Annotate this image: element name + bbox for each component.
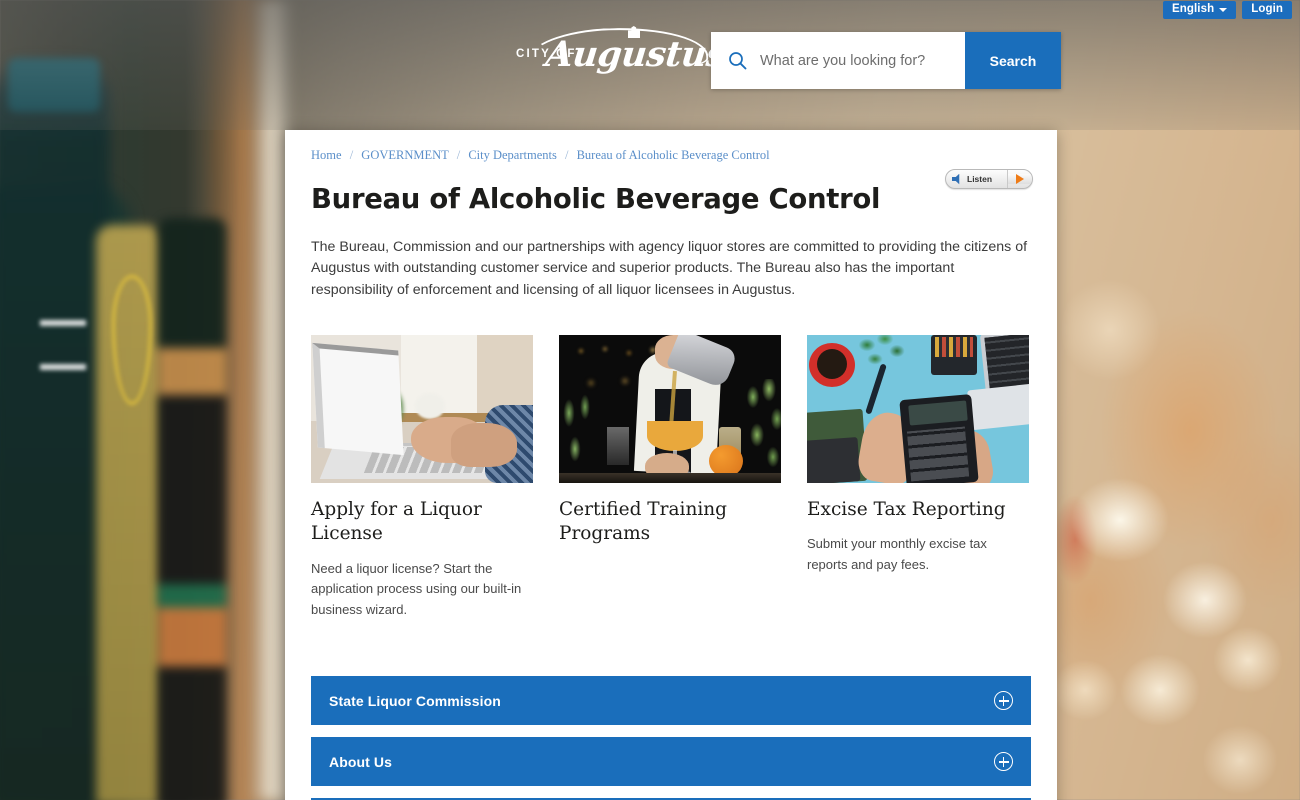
logo-name: Augustus: [543, 34, 728, 75]
page-root: English Login CITY OF Augustus Search: [0, 0, 1300, 800]
background-bottle-label: [40, 320, 86, 460]
listen-label: Listen: [967, 174, 993, 184]
card-title[interactable]: Excise Tax Reporting: [807, 498, 1029, 522]
accordion-label: State Liquor Commission: [329, 692, 501, 709]
feature-card: Apply for a Liquor License Need a liquor…: [311, 334, 533, 620]
card-image-excise-tax-reporting[interactable]: [807, 334, 1029, 483]
login-label: Login: [1251, 2, 1283, 15]
breadcrumb-separator: /: [456, 148, 461, 162]
chevron-down-icon: [1219, 8, 1228, 12]
intro-paragraph: The Bureau, Commission and our partnersh…: [311, 239, 1028, 298]
breadcrumb-separator: /: [349, 148, 354, 162]
language-label: English: [1171, 2, 1215, 15]
plus-circle-icon[interactable]: [994, 691, 1013, 711]
card-image-certified-training[interactable]: [559, 334, 781, 483]
card-title[interactable]: Certified Training Programs: [559, 498, 781, 547]
breadcrumb-item-city-departments[interactable]: City Departments: [468, 148, 557, 162]
play-triangle-icon: [1016, 174, 1024, 184]
accordion-about-us[interactable]: About Us: [311, 737, 1031, 787]
bartender-illustration: [559, 334, 781, 483]
language-selector[interactable]: English: [1162, 0, 1237, 20]
breadcrumb-item-home[interactable]: Home: [311, 148, 342, 162]
feature-card-list: Apply for a Liquor License Need a liquor…: [311, 334, 1031, 620]
card-description: Need a liquor license? Start the applica…: [311, 560, 522, 617]
accordion-state-liquor-commission[interactable]: State Liquor Commission: [311, 676, 1031, 726]
laptop-typing-illustration: [311, 334, 533, 483]
utility-nav: English Login: [1155, 0, 1300, 20]
play-button[interactable]: [1008, 174, 1032, 184]
search-input[interactable]: [747, 32, 965, 89]
feature-card: Excise Tax Reporting Submit your monthly…: [807, 334, 1029, 620]
listen-button[interactable]: Listen: [945, 169, 1033, 189]
breadcrumb-item-government[interactable]: GOVERNMENT: [361, 148, 448, 162]
title-row: Bureau of Alcoholic Beverage Control Lis…: [311, 169, 1033, 215]
card-description: Submit your monthly excise tax reports a…: [807, 536, 987, 572]
search-icon: [711, 32, 747, 89]
breadcrumb-separator: /: [564, 148, 569, 162]
card-image-apply-liquor-license[interactable]: [311, 334, 533, 483]
site-header: English Login CITY OF Augustus Search: [0, 0, 1300, 130]
site-logo[interactable]: CITY OF Augustus: [508, 24, 728, 88]
search-button[interactable]: Search: [965, 32, 1061, 89]
speaker-icon: [952, 173, 960, 185]
plus-circle-icon[interactable]: [994, 752, 1013, 772]
breadcrumb: Home / GOVERNMENT / City Departments / B…: [311, 148, 1031, 163]
card-title[interactable]: Apply for a Liquor License: [311, 498, 533, 547]
feature-card: Certified Training Programs: [559, 334, 781, 620]
content-panel: Home / GOVERNMENT / City Departments / B…: [285, 130, 1057, 800]
page-title: Bureau of Alcoholic Beverage Control: [311, 183, 881, 215]
search-bar: Search: [711, 32, 1061, 89]
desk-calculator-illustration: [807, 334, 1029, 483]
accordion-label: About Us: [329, 753, 393, 770]
background-bottle-dark: [158, 218, 226, 800]
accordion-list: State Liquor Commission About Us Becomin…: [311, 676, 1031, 800]
login-button[interactable]: Login: [1242, 0, 1292, 20]
breadcrumb-item-current[interactable]: Bureau of Alcoholic Beverage Control: [577, 148, 770, 162]
